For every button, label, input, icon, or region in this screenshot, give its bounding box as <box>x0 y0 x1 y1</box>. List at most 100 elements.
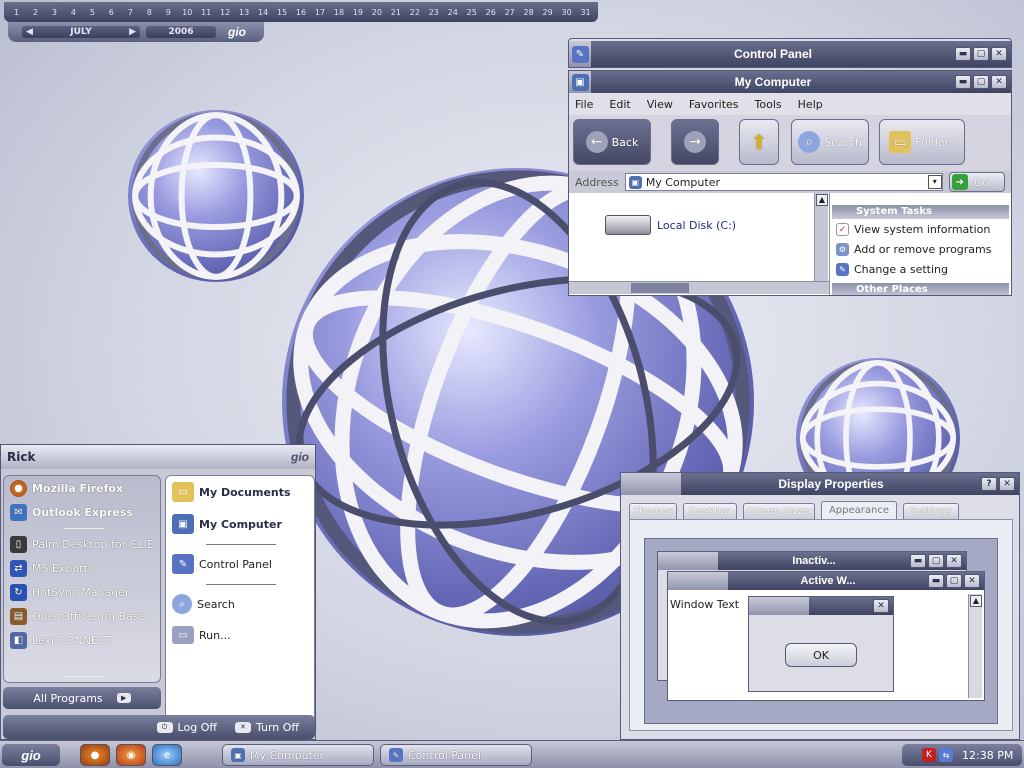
calendar-day[interactable]: 24 <box>443 8 462 17</box>
internet-explorer-icon[interactable]: e <box>152 744 182 766</box>
calendar-day[interactable]: 11 <box>197 8 216 17</box>
year-selector[interactable]: 2006 <box>146 26 216 38</box>
menu-tools[interactable]: Tools <box>755 98 782 111</box>
task-view-system-info[interactable]: ✓ View system information <box>830 219 1011 239</box>
minimize-icon[interactable]: ▬ <box>955 47 971 61</box>
antivirus-icon[interactable]: K <box>922 748 936 762</box>
control-panel-titlebar[interactable]: ✎ Control Panel ▬ ▢ ✕ <box>569 41 1011 67</box>
calendar-day[interactable]: 3 <box>45 8 64 17</box>
scroll-thumb[interactable] <box>631 283 689 293</box>
display-properties-titlebar[interactable]: Display Properties ? ✕ <box>621 473 1019 495</box>
horizontal-scrollbar[interactable] <box>569 281 829 294</box>
file-pane-scrollbar[interactable]: ▲ <box>814 193 828 281</box>
scroll-up-icon[interactable]: ▲ <box>816 194 828 206</box>
calendar-day[interactable]: 12 <box>216 8 235 17</box>
clock[interactable]: 12:38 PM <box>962 749 1013 762</box>
up-folder-button[interactable]: ⬆ <box>739 119 779 165</box>
month-selector[interactable]: ◀ JULY ▶ <box>22 26 140 38</box>
start-item-ms-export[interactable]: ⇄ MS Export <box>10 560 88 577</box>
menu-favorites[interactable]: Favorites <box>689 98 739 111</box>
calendar-day[interactable]: 31 <box>576 8 595 17</box>
prev-month-icon[interactable]: ◀ <box>26 27 33 37</box>
calendar-day[interactable]: 30 <box>557 8 576 17</box>
start-item-my-computer[interactable]: ▣ My Computer <box>172 514 282 534</box>
other-places-header[interactable]: Other Places <box>832 283 1009 295</box>
firefox-icon[interactable]: ● <box>80 744 110 766</box>
drive-c-item[interactable]: Local Disk (C:) <box>605 215 736 235</box>
minimize-icon[interactable]: ▬ <box>955 75 971 89</box>
calendar-day[interactable]: 28 <box>519 8 538 17</box>
menu-edit[interactable]: Edit <box>609 98 630 111</box>
taskbar-item-my-computer[interactable]: ▣ My Computer <box>222 744 374 766</box>
calendar-day[interactable]: 10 <box>178 8 197 17</box>
display-properties-window[interactable]: Display Properties ? ✕ Themes Desktop Scr… <box>620 472 1020 740</box>
calendar-day[interactable]: 25 <box>462 8 481 17</box>
calendar-day[interactable]: 8 <box>140 8 159 17</box>
close-icon[interactable]: ✕ <box>991 47 1007 61</box>
start-item-my-documents[interactable]: ▭ My Documents <box>172 482 291 502</box>
calendar-day[interactable]: 6 <box>102 8 121 17</box>
turn-off-button[interactable]: ✕ Turn Off <box>234 721 299 734</box>
system-tasks-header[interactable]: System Tasks <box>832 205 1009 219</box>
menu-help[interactable]: Help <box>798 98 823 111</box>
calendar-day[interactable]: 2 <box>26 8 45 17</box>
tab-screen-saver[interactable]: Screen Saver <box>743 503 815 519</box>
menu-file[interactable]: File <box>575 98 593 111</box>
maximize-icon[interactable]: ▢ <box>973 75 989 89</box>
calendar-day[interactable]: 16 <box>292 8 311 17</box>
calendar-day[interactable]: 22 <box>405 8 424 17</box>
tab-appearance[interactable]: Appearance <box>821 501 897 519</box>
start-item-lexi-connect[interactable]: ◧ Lexi-CONNECT <box>10 632 112 649</box>
my-computer-window[interactable]: ▣ My Computer ▬ ▢ ✕ File Edit View Favorit… <box>568 70 1012 296</box>
folders-button[interactable]: ▭ Folders <box>879 119 965 165</box>
calendar-day[interactable]: 17 <box>311 8 330 17</box>
forward-button[interactable]: → <box>671 119 719 165</box>
calendar-day[interactable]: 26 <box>481 8 500 17</box>
calendar-day[interactable]: 1 <box>7 8 26 17</box>
calendar-day[interactable]: 27 <box>500 8 519 17</box>
calendar-day[interactable]: 19 <box>348 8 367 17</box>
calendar-day[interactable]: 21 <box>386 8 405 17</box>
log-off-button[interactable]: ⏻ Log Off <box>156 721 217 734</box>
calendar-day[interactable]: 9 <box>159 8 178 17</box>
start-item-mozilla-firefox[interactable]: ● Mozilla Firefox <box>10 480 123 497</box>
taskbar-item-control-panel[interactable]: ✎ Control Panel <box>380 744 532 766</box>
calendar-day[interactable]: 5 <box>83 8 102 17</box>
go-button[interactable]: ➜ Go <box>948 172 1005 192</box>
start-item-control-panel[interactable]: ✎ Control Panel <box>172 554 272 574</box>
tab-settings[interactable]: Settings <box>903 503 959 519</box>
help-icon[interactable]: ? <box>981 477 997 491</box>
calendar-day[interactable]: 7 <box>121 8 140 17</box>
calendar-day[interactable]: 15 <box>273 8 292 17</box>
calendar-day[interactable]: 18 <box>329 8 348 17</box>
my-computer-titlebar[interactable]: ▣ My Computer ▬ ▢ ✕ <box>569 71 1011 93</box>
tab-themes[interactable]: Themes <box>629 503 677 519</box>
calendar-day[interactable]: 23 <box>424 8 443 17</box>
media-player-icon[interactable]: ◉ <box>116 744 146 766</box>
control-panel-window[interactable]: ✎ Control Panel ▬ ▢ ✕ <box>568 38 1012 68</box>
calendar-day[interactable]: 20 <box>367 8 386 17</box>
start-button[interactable]: gio <box>2 744 60 766</box>
calendar-day[interactable]: 4 <box>64 8 83 17</box>
task-add-remove-programs[interactable]: ⚙ Add or remove programs <box>830 239 1011 259</box>
calendar-day[interactable]: 14 <box>254 8 273 17</box>
calendar-day[interactable]: 29 <box>538 8 557 17</box>
start-item-outlook-express[interactable]: ✉ Outlook Express <box>10 504 133 521</box>
search-button[interactable]: ⌕ Search <box>791 119 869 165</box>
start-item-run[interactable]: ▭ Run... <box>172 626 231 644</box>
address-dropdown-icon[interactable]: ▾ <box>927 175 942 189</box>
tab-desktop[interactable]: Desktop <box>683 503 737 519</box>
start-item-search[interactable]: ⌕ Search <box>172 594 235 614</box>
address-input[interactable]: ▣ My Computer ▾ <box>624 173 943 191</box>
close-icon[interactable]: ✕ <box>999 477 1015 491</box>
preview-ok-button[interactable]: OK <box>785 643 857 667</box>
task-change-setting[interactable]: ✎ Change a setting <box>830 259 1011 279</box>
all-programs-button[interactable]: All Programs ▶ <box>3 687 161 709</box>
next-month-icon[interactable]: ▶ <box>129 27 136 37</box>
start-item-openoffice-base[interactable]: ▤ OpenOffice.org Base <box>10 608 145 625</box>
back-button[interactable]: ← Back <box>573 119 651 165</box>
calendar-day[interactable]: 13 <box>235 8 254 17</box>
network-icon[interactable]: ⇆ <box>939 748 953 762</box>
start-item-palm-desktop[interactable]: ▯ Palm Desktop for CLIE <box>10 536 154 553</box>
maximize-icon[interactable]: ▢ <box>973 47 989 61</box>
